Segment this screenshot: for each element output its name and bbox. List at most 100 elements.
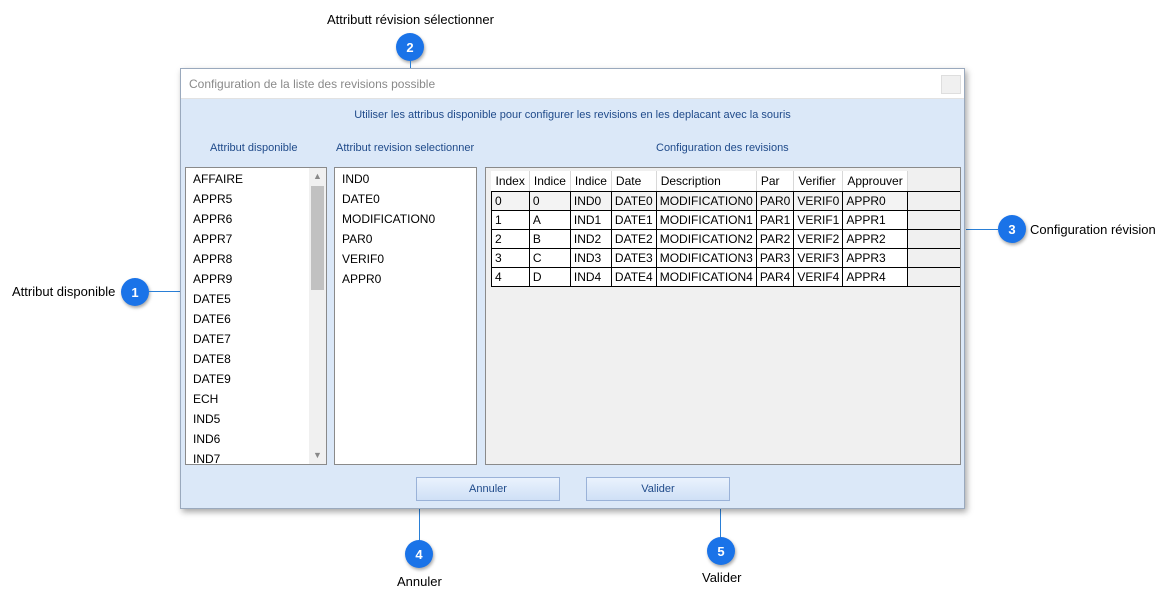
list-item[interactable]: AFFAIRE <box>186 169 326 189</box>
list-item[interactable]: APPR8 <box>186 249 326 269</box>
list-item[interactable]: APPR6 <box>186 209 326 229</box>
close-button[interactable] <box>941 75 961 94</box>
grid-cell[interactable]: APPR0 <box>842 190 908 211</box>
callout-2-label: Attributt révision sélectionner <box>327 12 494 27</box>
list-item[interactable]: IND6 <box>186 429 326 449</box>
list-item[interactable]: ECH <box>186 389 326 409</box>
list-item[interactable]: IND0 <box>335 169 476 189</box>
grid-cell[interactable]: APPR3 <box>842 247 908 268</box>
revision-config-dialog: Configuration de la liste des revisions … <box>180 68 965 509</box>
grid-cell[interactable]: VERIF3 <box>793 247 844 268</box>
callout-5-badge: 5 <box>707 537 735 565</box>
list-item[interactable]: MODIFICATION0 <box>335 209 476 229</box>
grid-cell[interactable]: APPR4 <box>842 266 908 287</box>
grid-cell[interactable]: C <box>528 247 571 268</box>
grid-cell[interactable]: IND1 <box>569 209 612 230</box>
grid-cell[interactable]: PAR4 <box>755 266 795 287</box>
grid-cell[interactable]: APPR2 <box>842 228 908 249</box>
list-item[interactable]: IND7 <box>186 449 326 464</box>
column-header[interactable]: Index <box>491 171 530 191</box>
grid-cell[interactable]: PAR1 <box>755 209 795 230</box>
grid-cell[interactable]: B <box>528 228 571 249</box>
grid-cell[interactable]: PAR2 <box>755 228 795 249</box>
column-header[interactable]: Indice <box>570 171 612 191</box>
row-divider <box>491 210 960 211</box>
validate-button[interactable]: Valider <box>586 477 730 501</box>
grid-cell[interactable]: DATE4 <box>610 266 657 287</box>
grid-cell[interactable]: PAR0 <box>755 190 795 211</box>
list-item[interactable]: DATE5 <box>186 289 326 309</box>
table-row[interactable]: 2 B IND2 DATE2 MODIFICATION2 PAR2 VERIF2… <box>491 228 908 249</box>
grid-cell[interactable]: 3 <box>491 247 530 268</box>
list-item[interactable]: DATE6 <box>186 309 326 329</box>
column-header[interactable]: Verifier <box>793 171 844 191</box>
grid-cell[interactable]: D <box>528 266 571 287</box>
table-row[interactable]: 1 A IND1 DATE1 MODIFICATION1 PAR1 VERIF1… <box>491 209 908 230</box>
revision-config-label: Configuration des revisions <box>656 142 789 154</box>
grid-cell[interactable]: 2 <box>491 228 530 249</box>
grid-cell[interactable]: MODIFICATION4 <box>655 266 757 287</box>
row-divider <box>491 248 960 249</box>
grid-cell[interactable]: VERIF0 <box>793 190 844 211</box>
column-header[interactable]: Indice <box>529 171 571 191</box>
list-item[interactable]: APPR7 <box>186 229 326 249</box>
grid-cell[interactable]: A <box>528 209 571 230</box>
grid-cell[interactable]: MODIFICATION1 <box>655 209 757 230</box>
available-list-scrollbar[interactable]: ▲ ▼ <box>309 168 326 464</box>
list-item[interactable]: DATE7 <box>186 329 326 349</box>
table-row[interactable]: 0 0 IND0 DATE0 MODIFICATION0 PAR0 VERIF0… <box>491 190 908 211</box>
grid-cell[interactable]: MODIFICATION0 <box>655 190 757 211</box>
available-attributes-list[interactable]: AFFAIRE APPR5 APPR6 APPR7 APPR8 APPR9 DA… <box>185 167 327 465</box>
grid-cell[interactable]: PAR3 <box>755 247 795 268</box>
grid-cell[interactable]: 0 <box>528 190 571 211</box>
grid-cell[interactable]: IND2 <box>569 228 612 249</box>
scrollbar-thumb[interactable] <box>311 186 324 290</box>
grid-cell[interactable]: 1 <box>491 209 530 230</box>
grid-cell[interactable]: MODIFICATION3 <box>655 247 757 268</box>
grid-cell[interactable]: DATE2 <box>610 228 657 249</box>
grid-cell[interactable]: VERIF2 <box>793 228 844 249</box>
grid-cell[interactable]: APPR1 <box>842 209 908 230</box>
list-item[interactable]: VERIF0 <box>335 249 476 269</box>
callout-3-badge: 3 <box>998 215 1026 243</box>
list-item[interactable]: DATE8 <box>186 349 326 369</box>
scroll-down-icon[interactable]: ▼ <box>309 447 326 464</box>
revision-config-grid-panel[interactable]: Index Indice Indice Date Description Par… <box>485 167 961 465</box>
column-header[interactable]: Description <box>656 171 757 191</box>
grid-cell[interactable]: VERIF1 <box>793 209 844 230</box>
selected-attributes-list[interactable]: IND0 DATE0 MODIFICATION0 PAR0 VERIF0 APP… <box>334 167 477 465</box>
table-row[interactable]: 4 D IND4 DATE4 MODIFICATION4 PAR4 VERIF4… <box>491 266 908 287</box>
grid-cell[interactable]: 4 <box>491 266 530 287</box>
callout-4-badge: 4 <box>405 540 433 568</box>
grid-cell[interactable]: MODIFICATION2 <box>655 228 757 249</box>
column-header[interactable]: Approuver <box>842 171 908 191</box>
row-divider <box>491 286 960 287</box>
grid-cell[interactable]: IND3 <box>569 247 612 268</box>
list-item[interactable]: DATE0 <box>335 189 476 209</box>
scroll-up-icon[interactable]: ▲ <box>309 168 326 185</box>
grid-cell[interactable]: IND0 <box>569 190 612 211</box>
selected-attributes-label: Attribut revision selectionner <box>336 142 475 154</box>
list-item[interactable]: APPR0 <box>335 269 476 289</box>
column-header[interactable]: Date <box>611 171 657 191</box>
grid-cell[interactable]: DATE0 <box>610 190 657 211</box>
column-header[interactable]: Par <box>756 171 795 191</box>
grid-cell[interactable]: VERIF4 <box>793 266 844 287</box>
list-item[interactable]: APPR9 <box>186 269 326 289</box>
grid-cell[interactable]: DATE3 <box>610 247 657 268</box>
grid-cell[interactable]: 0 <box>491 190 530 211</box>
callout-4-label: Annuler <box>397 574 442 589</box>
title-bar: Configuration de la liste des revisions … <box>181 69 964 99</box>
list-item[interactable]: PAR0 <box>335 229 476 249</box>
table-row[interactable]: 3 C IND3 DATE3 MODIFICATION3 PAR3 VERIF3… <box>491 247 908 268</box>
instruction-text: Utiliser les attribus disponible pour co… <box>354 109 791 121</box>
grid-cell[interactable]: DATE1 <box>610 209 657 230</box>
list-item[interactable]: APPR5 <box>186 189 326 209</box>
list-item[interactable]: DATE9 <box>186 369 326 389</box>
cancel-button[interactable]: Annuler <box>416 477 560 501</box>
list-item[interactable]: IND5 <box>186 409 326 429</box>
row-divider <box>491 191 960 192</box>
grid-cell[interactable]: IND4 <box>569 266 612 287</box>
grid-header-row: Index Indice Indice Date Description Par… <box>491 171 908 191</box>
callout-1-leader <box>149 291 184 292</box>
